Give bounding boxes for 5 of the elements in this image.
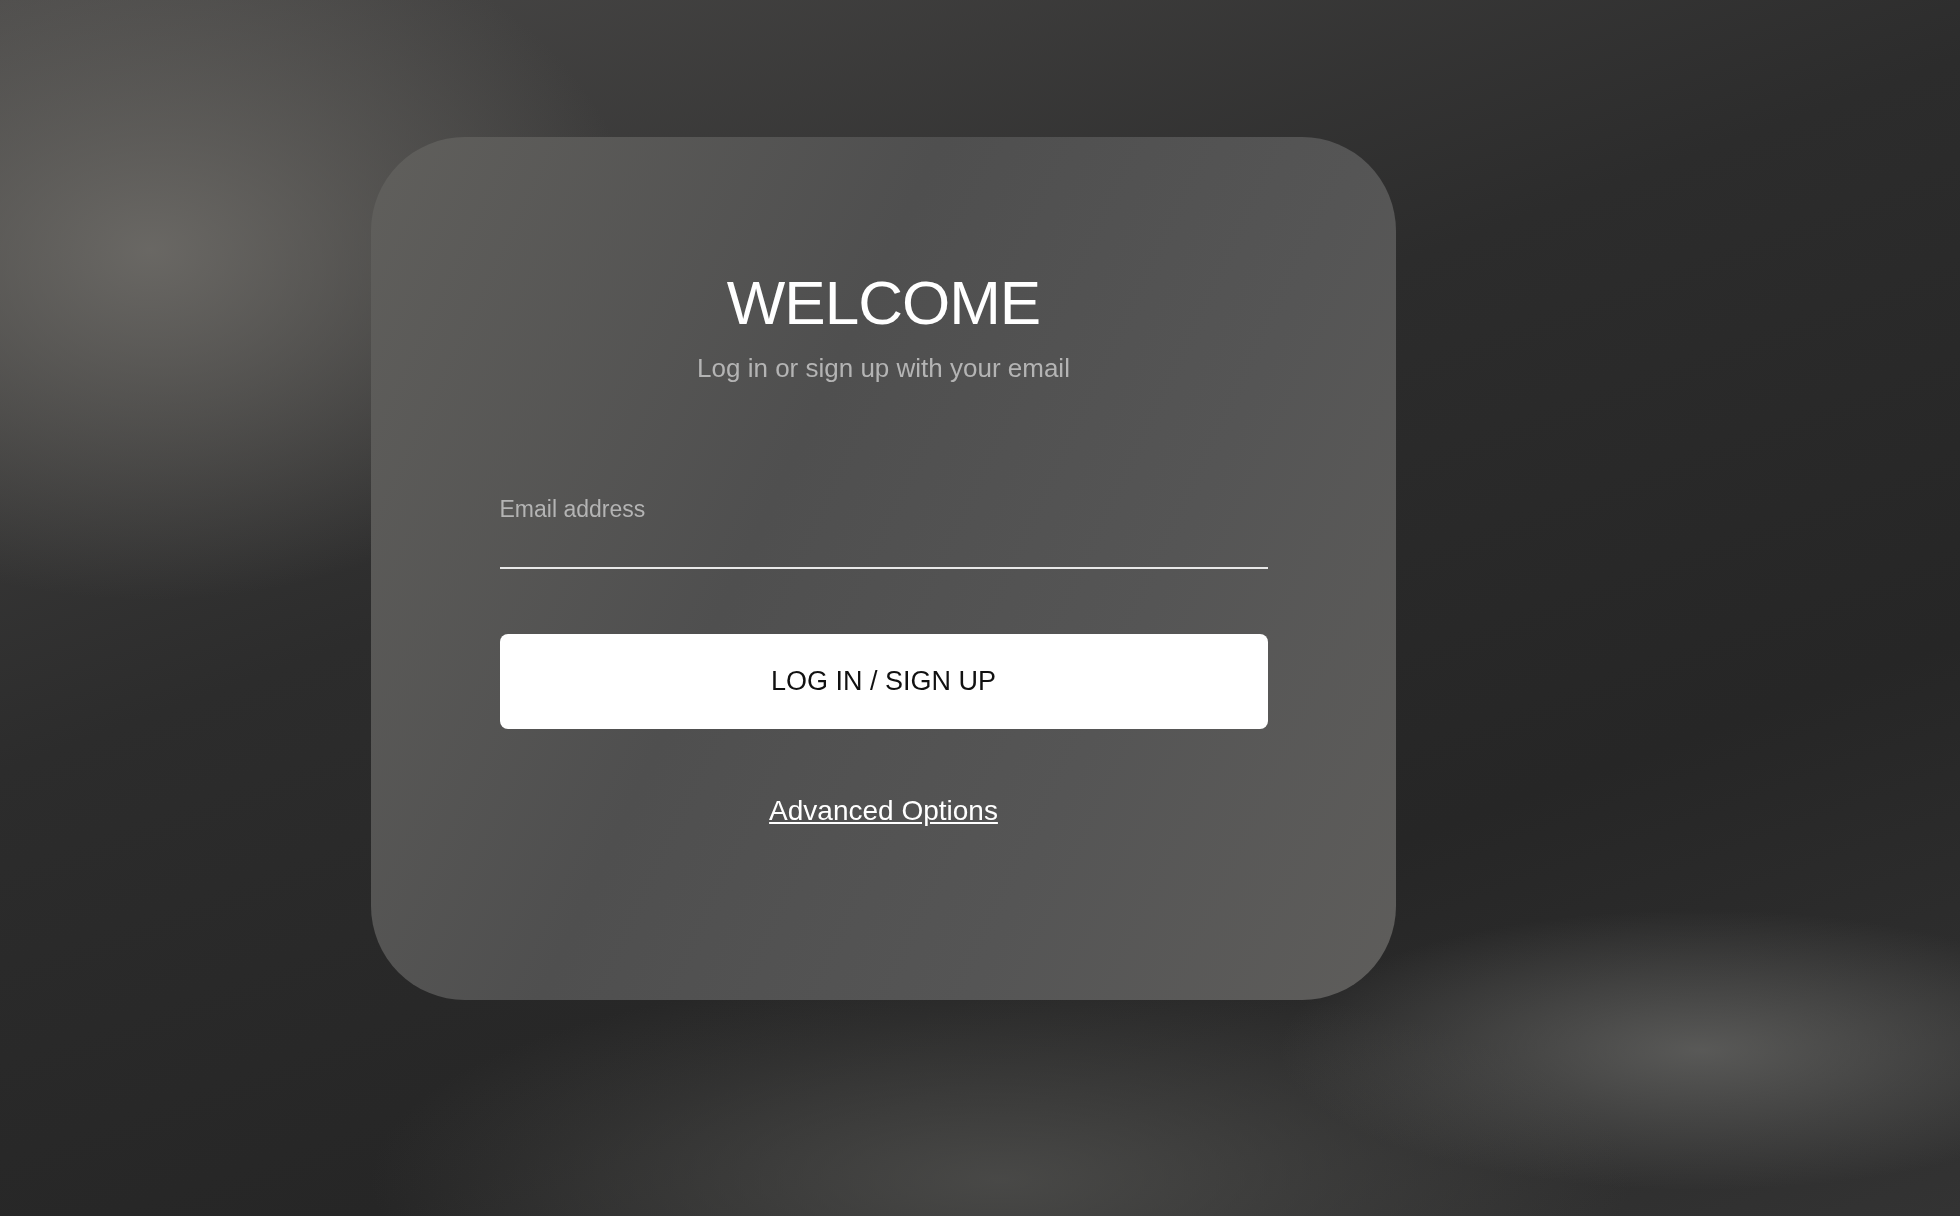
- subtitle: Log in or sign up with your email: [697, 353, 1070, 384]
- advanced-options-link[interactable]: Advanced Options: [769, 795, 998, 827]
- email-field[interactable]: Email address: [499, 496, 1268, 569]
- welcome-title: WELCOME: [726, 267, 1041, 339]
- login-signup-button[interactable]: LOG IN / SIGN UP: [499, 634, 1268, 729]
